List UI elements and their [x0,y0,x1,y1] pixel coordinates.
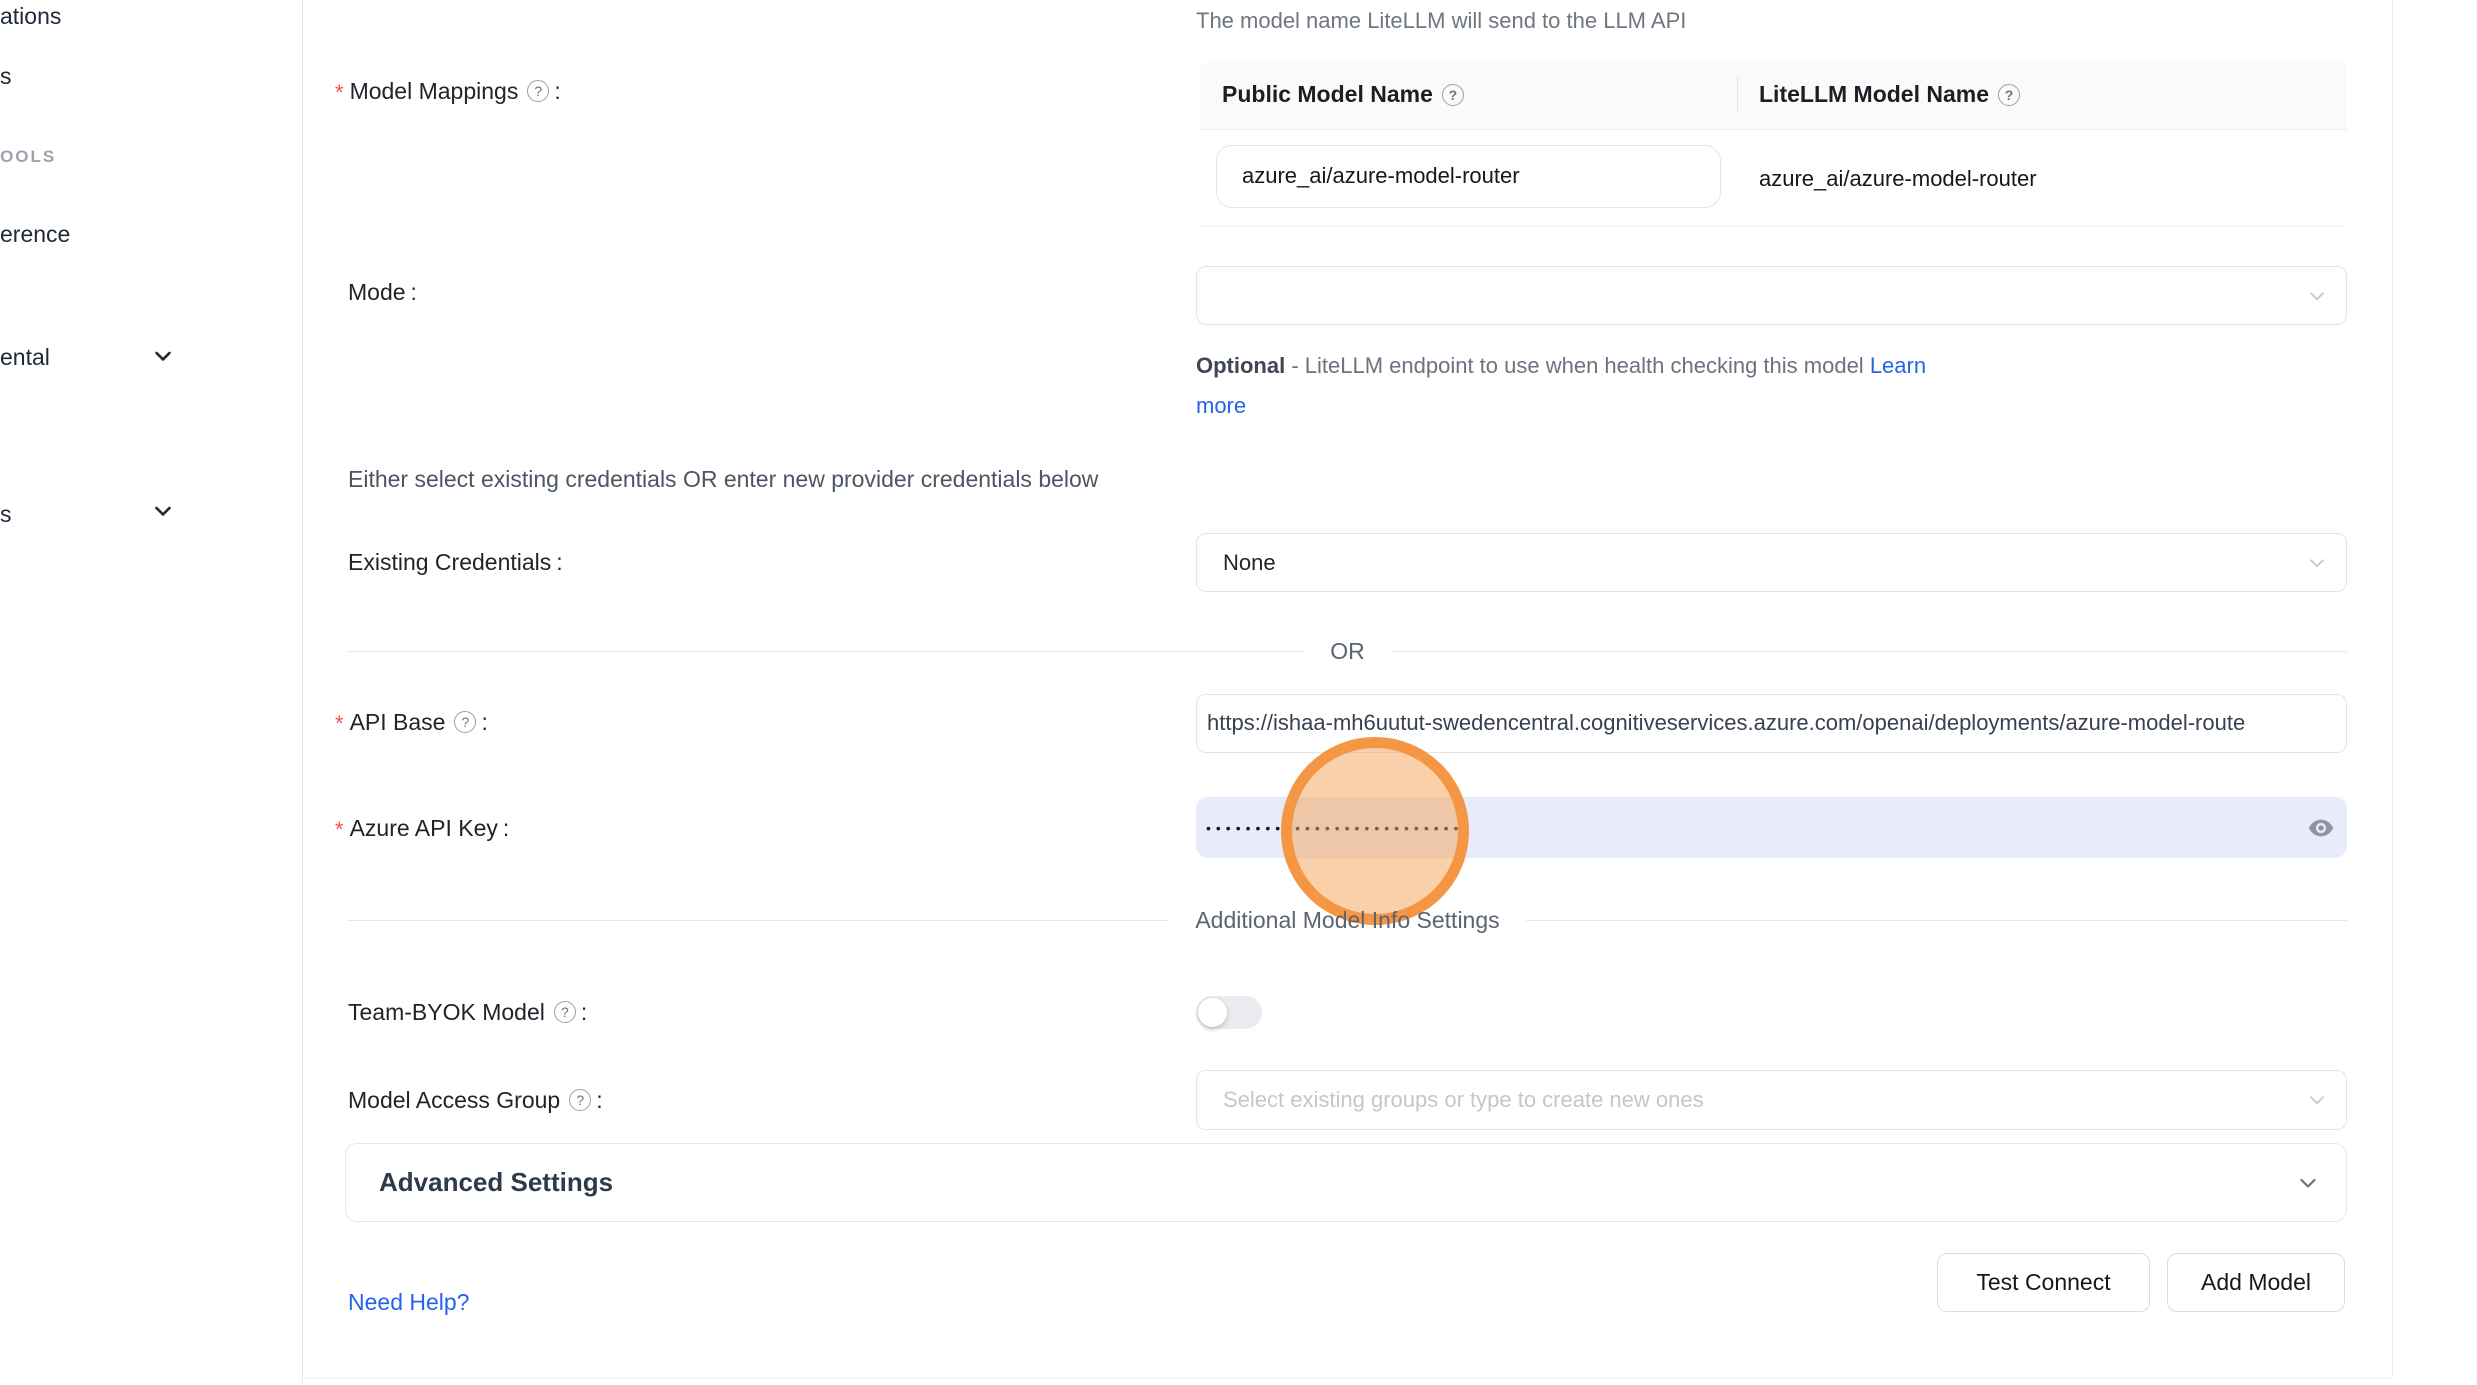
sidebar-section-tools: TOOLS [0,147,56,167]
or-divider: OR [348,636,2347,666]
masked-password-value: •••••••••••••••••••••••••• [1206,797,1463,858]
sidebar-item-s1[interactable]: s [0,63,12,90]
sidebar-divider [302,0,303,1385]
sidebar-item-s2[interactable]: s [0,501,12,528]
help-icon[interactable]: ? [569,1089,591,1111]
chevron-down-icon [150,343,176,374]
add-model-button[interactable]: Add Model [2167,1253,2345,1312]
add-model-page: ations s TOOLS erence ental s The model … [0,0,2477,1385]
chevron-down-icon [2296,1171,2320,1200]
eye-icon[interactable] [2307,814,2335,842]
card-bottom-edge [302,1378,2392,1379]
test-connect-button[interactable]: Test Connect [1937,1253,2150,1312]
azure-api-key-label: * Azure API Key : [335,813,509,843]
required-marker: * [335,709,344,739]
team-byok-label: Team-BYOK Model ? : [348,997,587,1027]
help-icon[interactable]: ? [527,80,549,102]
advanced-settings-accordion[interactable]: Advanced Settings [345,1143,2347,1222]
sidebar-item-ental[interactable]: ental [0,344,50,371]
additional-settings-divider: Additional Model Info Settings [348,905,2347,935]
sidebar-item-erence[interactable]: erence [0,221,70,248]
sidebar-item-ations[interactable]: ations [0,3,61,30]
azure-api-key-input[interactable]: •••••••••••••••••••••••••• [1196,797,2347,858]
column-separator [1737,77,1738,113]
chevron-down-icon [2306,285,2328,313]
table-row: azure_ai/azure-model-router azure_ai/azu… [1200,130,2347,227]
model-access-group-select[interactable]: Select existing groups or type to create… [1196,1070,2347,1130]
required-marker: * [335,78,344,108]
model-access-group-label: Model Access Group ? : [348,1085,603,1115]
help-icon[interactable]: ? [454,711,476,733]
mode-label: Mode: [348,277,417,307]
column-header-public-model-name: Public Model Name ? [1200,60,1737,129]
learn-more-link[interactable]: Learn [1870,353,1926,378]
chevron-down-icon [2306,1089,2328,1117]
card-right-edge [2392,0,2393,1378]
api-base-input[interactable]: https://ishaa-mh6uutut-swedencentral.cog… [1196,694,2347,753]
required-marker: * [335,815,344,845]
public-model-name-input[interactable]: azure_ai/azure-model-router [1216,145,1721,208]
chevron-down-icon [150,498,176,529]
existing-credentials-label: Existing Credentials: [348,547,563,577]
column-header-litellm-model-name: LiteLLM Model Name ? [1737,60,2347,129]
api-base-label: * API Base ? : [335,707,488,737]
existing-credentials-select[interactable]: None [1196,533,2347,592]
model-mappings-label: * Model Mappings ? : [335,76,561,106]
model-mappings-table: Public Model Name ? LiteLLM Model Name ?… [1200,60,2347,227]
help-icon[interactable]: ? [1998,84,2020,106]
learn-more-link[interactable]: more [1196,393,1246,418]
chevron-down-icon [2306,552,2328,580]
team-byok-toggle[interactable] [1196,996,1262,1029]
toggle-knob [1198,998,1227,1027]
litellm-model-name-value: azure_ai/azure-model-router [1759,130,2037,227]
credentials-note: Either select existing credentials OR en… [348,466,1098,493]
mode-select[interactable] [1196,266,2347,325]
help-icon[interactable]: ? [554,1001,576,1023]
need-help-link[interactable]: Need Help? [348,1289,469,1316]
table-header-row: Public Model Name ? LiteLLM Model Name ? [1200,60,2347,130]
mode-help-text: Optional - LiteLLM endpoint to use when … [1196,346,2046,426]
help-icon[interactable]: ? [1442,84,1464,106]
sidebar: ations s TOOLS erence ental s [0,0,302,1385]
model-name-hint: The model name LiteLLM will send to the … [1196,8,1686,34]
